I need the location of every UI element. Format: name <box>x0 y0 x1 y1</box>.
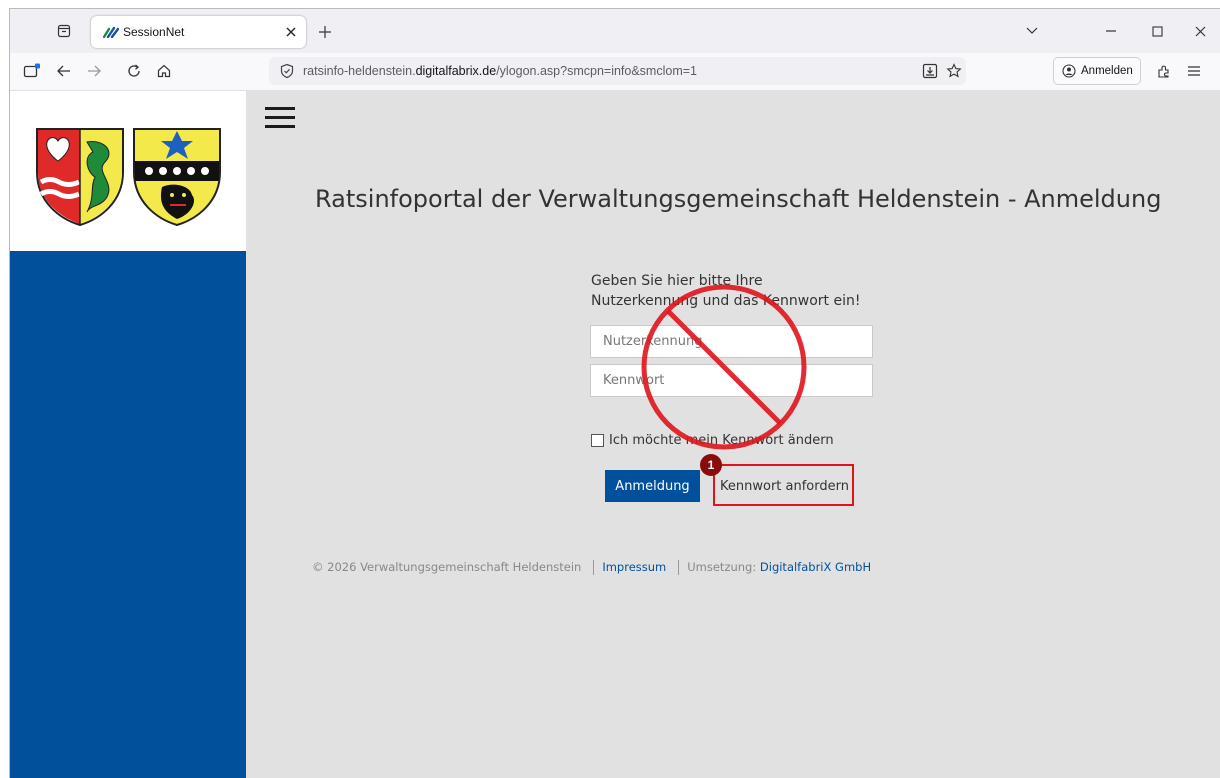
change-password-checkbox[interactable] <box>591 434 604 447</box>
extensions-icon[interactable] <box>1152 59 1176 83</box>
sidebar-icon[interactable] <box>20 59 44 83</box>
sign-in-button[interactable]: Anmelden <box>1053 57 1141 85</box>
menu-icon[interactable] <box>1182 59 1206 83</box>
tab-title: SessionNet <box>123 25 185 39</box>
tab-sessionnet[interactable]: SessionNet <box>91 16 306 48</box>
navigation-toolbar: ratsinfo-heldenstein.digitalfabrix.de/yl… <box>10 53 1220 91</box>
shield-icon[interactable] <box>279 63 295 79</box>
url-bar[interactable]: ratsinfo-heldenstein.digitalfabrix.de/yl… <box>269 57 966 85</box>
prohibited-icon <box>641 284 807 450</box>
forward-icon[interactable] <box>82 59 106 83</box>
browser-window: SessionNet ratsinfo-heldenstein.digitalf… <box>9 8 1220 778</box>
close-window-icon[interactable] <box>1188 19 1212 43</box>
page-title: Ratsinfoportal der Verwaltungsgemeinscha… <box>315 185 1162 213</box>
copyright-text: © 2026 Verwaltungsgemeinschaft Heldenste… <box>312 560 582 574</box>
annotation-badge: 1 <box>700 454 722 476</box>
minimize-icon[interactable] <box>1099 19 1123 43</box>
tab-strip: SessionNet <box>10 9 1220 53</box>
footer: © 2026 Verwaltungsgemeinschaft Heldenste… <box>312 560 871 575</box>
home-icon[interactable] <box>152 59 176 83</box>
reload-icon[interactable] <box>122 59 146 83</box>
url-text[interactable]: ratsinfo-heldenstein.digitalfabrix.de/yl… <box>303 64 697 78</box>
implementation-link[interactable]: DigitalfabriX GmbH <box>760 560 871 574</box>
logo-area[interactable] <box>10 91 246 251</box>
highlight-box <box>713 464 854 506</box>
hamburger-menu-icon[interactable] <box>265 107 295 129</box>
login-button[interactable]: Anmeldung <box>605 470 700 502</box>
maximize-icon[interactable] <box>1145 19 1169 43</box>
install-icon[interactable] <box>921 62 939 80</box>
account-icon <box>1062 64 1076 78</box>
plus-icon[interactable] <box>315 22 335 42</box>
coat-of-arms-right-icon <box>133 128 221 227</box>
chevron-down-icon[interactable] <box>1020 19 1044 43</box>
coat-of-arms-left-icon <box>36 128 124 227</box>
implementation-label: Umsetzung: <box>687 560 760 574</box>
footer-separator <box>678 560 680 575</box>
imprint-link[interactable]: Impressum <box>602 560 666 574</box>
sign-in-label: Anmelden <box>1081 65 1133 77</box>
page-content: Ratsinfoportal der Verwaltungsgemeinscha… <box>10 91 1220 778</box>
sidebar <box>10 91 246 778</box>
footer-separator <box>593 560 595 575</box>
back-icon[interactable] <box>52 59 76 83</box>
star-icon[interactable] <box>945 62 963 80</box>
close-icon[interactable] <box>282 23 300 41</box>
sessionnet-favicon-icon <box>103 26 119 38</box>
tab-list-icon[interactable] <box>52 19 76 43</box>
